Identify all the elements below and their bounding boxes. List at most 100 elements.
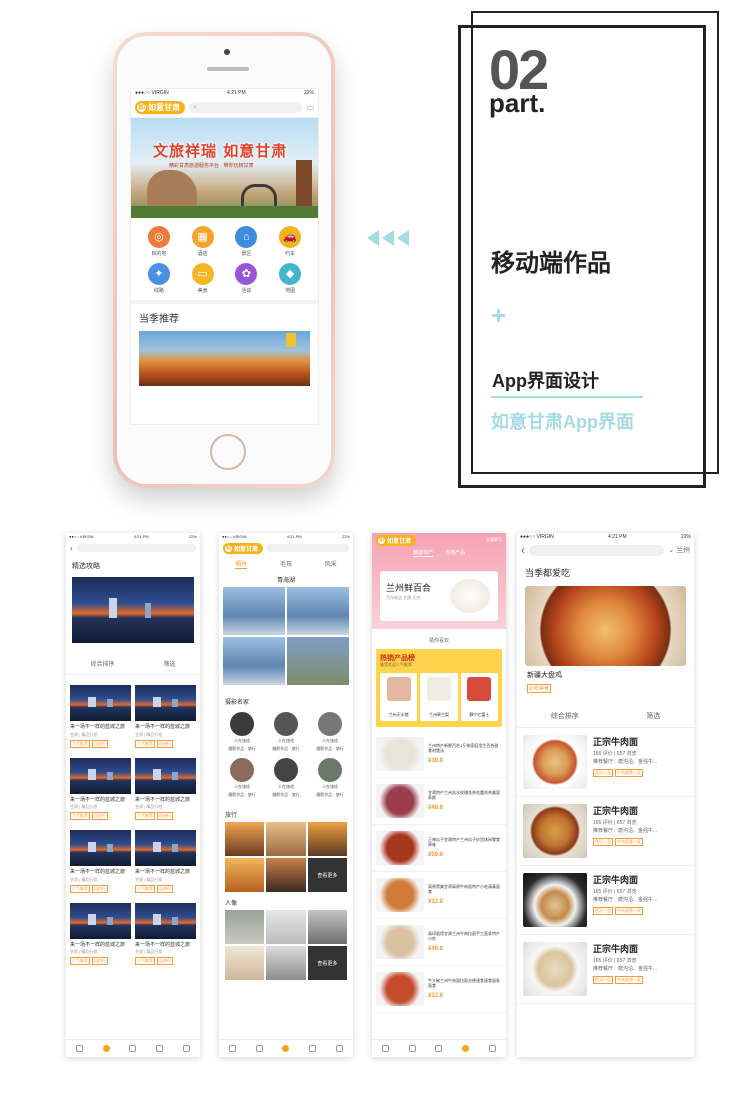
- category-0[interactable]: ◎ 目的地: [137, 226, 181, 257]
- more-button[interactable]: 查看更多: [307, 946, 347, 980]
- album-photos[interactable]: [219, 587, 353, 685]
- hero-banner[interactable]: 文旅祥瑞 如意甘肃 精彩甘肃旅游服务平台 · 带你玩转甘肃: [131, 118, 318, 218]
- category-7[interactable]: ◆ 地图: [268, 263, 312, 294]
- guide-card[interactable]: 来一场不一样的蓝城之旅 甘肃 | 精品行程 人气推荐 自由行: [135, 757, 196, 820]
- hot-item[interactable]: 兰州天水猪: [380, 673, 418, 721]
- travel-photos[interactable]: 查看更多: [219, 822, 353, 892]
- photographer[interactable]: 人在旅途 摄影作品 · 旅行: [311, 712, 349, 752]
- guide-card[interactable]: 来一场不一样的蓝城之旅 甘肃 | 精品行程 人气推荐 自由行: [70, 757, 131, 820]
- home-icon[interactable]: [75, 1045, 83, 1052]
- category-4[interactable]: ✦ 线路: [137, 263, 181, 294]
- heading-title: 移动端作品: [491, 250, 611, 277]
- product-row[interactable]: 正林瓜子甘肃特产兰州瓜子炒货休闲零食原味 ¥59.8: [372, 825, 506, 872]
- tab-photo[interactable]: 照片: [235, 559, 248, 569]
- back-icon[interactable]: ‹: [70, 543, 73, 553]
- home-button[interactable]: [210, 434, 246, 470]
- guide-card[interactable]: 来一场不一样的蓝城之旅 甘肃 | 精品行程 人气推荐 自由行: [135, 685, 196, 748]
- filter-button[interactable]: 筛选: [646, 711, 660, 721]
- guide-card[interactable]: 来一场不一样的蓝城之旅 甘肃 | 精品行程 人气推荐 自由行: [70, 830, 131, 893]
- home-icon[interactable]: [381, 1045, 389, 1052]
- product-banner[interactable]: 兰州鲜百合 百年老店 甘肃 正宗: [380, 571, 498, 621]
- product-image: [376, 737, 424, 771]
- guide-card[interactable]: 来一场不一样的蓝城之旅 甘肃 | 精品行程 人气推荐 自由行: [135, 902, 196, 965]
- back-icon[interactable]: ‹: [521, 543, 525, 557]
- product-image: [376, 831, 424, 865]
- food-item[interactable]: 正宗牛肉面 165 评价 | 657 浏览 推荐餐厅：磨沟沿、金强牛... 西沉…: [517, 866, 694, 935]
- hero-food-image[interactable]: [525, 586, 686, 666]
- product-header: 如如意甘肃 去我意见 精选特产 当地产品 兰州鲜百合 百年老店 甘肃 正宗: [372, 533, 506, 629]
- avatar: [318, 712, 342, 736]
- sort-button[interactable]: 综合排序: [90, 659, 114, 668]
- food-name: 正宗牛肉面: [593, 875, 639, 885]
- filter-button[interactable]: 筛选: [163, 659, 175, 668]
- food-image: [523, 873, 587, 927]
- home-icon[interactable]: [228, 1045, 236, 1052]
- guide-card[interactable]: 来一场不一样的蓝城之旅 甘肃 | 精品行程 人气推荐 自由行: [135, 830, 196, 893]
- hot-list[interactable]: 热销产品榜 最受欢迎人气推荐 兰州天水猪 兰州皋兰梨 静宁红富士: [376, 649, 502, 727]
- tab-icon[interactable]: [156, 1045, 164, 1052]
- search-input[interactable]: [267, 544, 349, 552]
- category-5[interactable]: ▭ 美食: [181, 263, 225, 294]
- food-item[interactable]: 正宗牛肉面 165 评价 | 657 浏览 推荐餐厅：磨沟沿、金强牛... 西沉…: [517, 797, 694, 866]
- photographer[interactable]: 人在旅途 摄影作品 · 旅行: [267, 758, 305, 798]
- category-6[interactable]: ✿ 活动: [225, 263, 269, 294]
- photographer[interactable]: 人在旅途 摄影作品 · 旅行: [223, 712, 261, 752]
- tab-third[interactable]: 风采: [325, 559, 337, 569]
- profile-icon[interactable]: [489, 1045, 497, 1052]
- message-icon[interactable]: ▭: [306, 103, 314, 112]
- center-icon[interactable]: [102, 1045, 110, 1052]
- tab-icon[interactable]: [309, 1045, 317, 1052]
- guide-card[interactable]: 来一场不一样的蓝城之旅 甘肃 | 精品行程 人气推荐 自由行: [70, 902, 131, 965]
- tab-icon[interactable]: [435, 1045, 443, 1052]
- tag: 自由行: [157, 957, 173, 965]
- category-2[interactable]: ⌂ 景区: [225, 226, 269, 257]
- profile-icon[interactable]: [336, 1045, 344, 1052]
- tag: 牛肉面第一家: [615, 769, 643, 777]
- sort-button[interactable]: 综合排序: [551, 711, 579, 721]
- center-icon[interactable]: [282, 1045, 290, 1052]
- tab-icon[interactable]: [408, 1045, 416, 1052]
- tab-second[interactable]: 毛孩: [280, 559, 292, 569]
- recommend-image[interactable]: [139, 331, 310, 386]
- photographer-sub: 摄影作品 · 旅行: [228, 792, 256, 797]
- more-button[interactable]: 查看更多: [307, 858, 347, 892]
- center-icon[interactable]: [462, 1045, 470, 1052]
- search-input[interactable]: [529, 544, 665, 556]
- product-tabs: 精选特产 当地产品: [372, 549, 506, 557]
- featured-image[interactable]: [72, 577, 194, 643]
- search-input[interactable]: ⌕: [189, 102, 303, 113]
- food-image: [523, 942, 587, 996]
- hot-item-label: 兰州皋兰梨: [428, 712, 449, 717]
- photographer-name: 人在旅途: [322, 784, 338, 789]
- product-price: ¥49.8: [428, 945, 444, 952]
- product-row[interactable]: 牛大碗兰州牛肉面拉面方便速食速食面条面食 ¥12.8: [372, 966, 506, 1013]
- tab-local[interactable]: 当地产品: [445, 549, 465, 557]
- tab-icon[interactable]: [129, 1045, 137, 1052]
- profile-icon[interactable]: [183, 1045, 191, 1052]
- category-1[interactable]: ▦ 酒店: [181, 226, 225, 257]
- product-row[interactable]: 高原黑美甘肃高原牛肉面特产小吃清真面食 ¥12.8: [372, 872, 506, 919]
- tab-featured[interactable]: 精选特产: [412, 549, 433, 557]
- product-row[interactable]: 兰州特产新鲜百合1斤装家庭用生百合甜食材煲汤 ¥39.8: [372, 731, 506, 778]
- photographer[interactable]: 人在旅途 摄影作品 · 旅行: [311, 758, 349, 798]
- category-3[interactable]: 🚗 约车: [268, 226, 312, 257]
- food-item[interactable]: 正宗牛肉面 165 评价 | 657 浏览 推荐餐厅：磨沟沿、金强牛... 西沉…: [517, 935, 694, 1004]
- photographer[interactable]: 人在旅途 摄影作品 · 旅行: [223, 758, 261, 798]
- hot-item[interactable]: 静宁红富士: [460, 673, 498, 721]
- app-header: 如如意甘肃 ⌕ ▭: [131, 98, 318, 118]
- city-selector[interactable]: ⌄ 兰州: [668, 545, 690, 555]
- tab-icon[interactable]: [255, 1045, 263, 1052]
- food-list: 正宗牛肉面 165 评价 | 657 浏览 推荐餐厅：磨沟沿、金强牛... 西沉…: [517, 728, 694, 1004]
- product-row[interactable]: 高印面馆甘肃兰州牛肉拉面手工面条特产小吃 ¥49.8: [372, 919, 506, 966]
- feedback-link[interactable]: 去我意见: [486, 537, 502, 543]
- guide-card[interactable]: 来一场不一样的蓝城之旅 甘肃 | 精品行程 人气推荐 自由行: [70, 685, 131, 748]
- product-row[interactable]: 甘肃特产兰州苦水玫瑰花茶花蕾花茶美容养颜 ¥49.8: [372, 778, 506, 825]
- guide-image: [135, 830, 196, 866]
- hot-item[interactable]: 兰州皋兰梨: [420, 673, 458, 721]
- food-item[interactable]: 正宗牛肉面 165 评价 | 657 浏览 推荐餐厅：磨沟沿、金强牛... 西沉…: [517, 728, 694, 797]
- statue-image: [147, 170, 197, 208]
- photographer[interactable]: 人在旅途 摄影作品 · 旅行: [267, 712, 305, 752]
- search-input[interactable]: [77, 544, 196, 552]
- guide-meta: 甘肃 | 精品行程: [135, 949, 163, 954]
- portrait-photos[interactable]: 查看更多: [219, 910, 353, 980]
